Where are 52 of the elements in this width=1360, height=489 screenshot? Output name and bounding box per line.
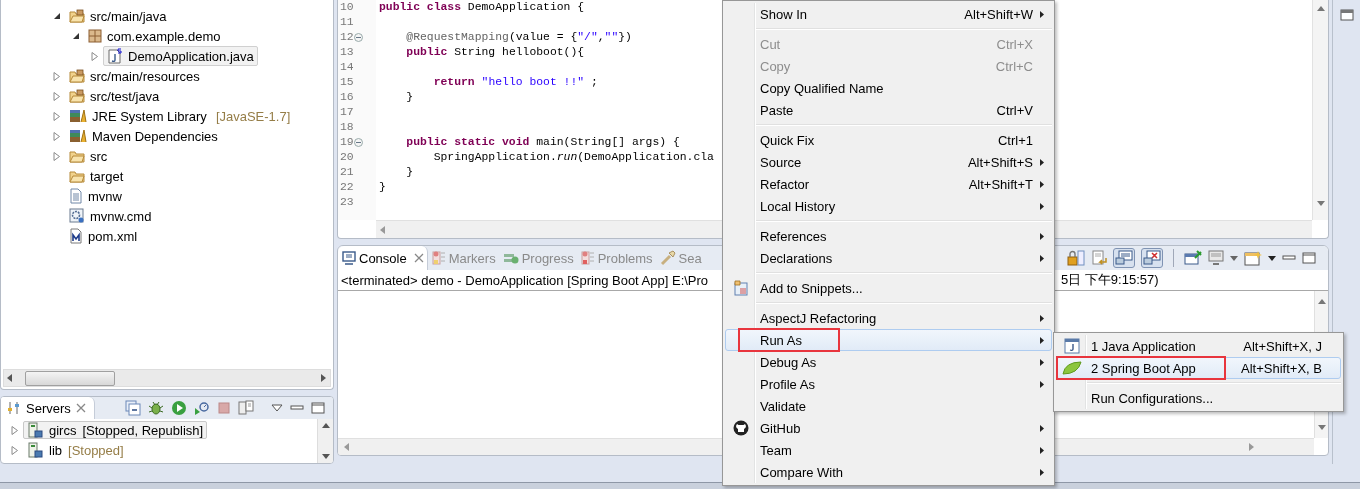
keyboard-shortcut: Alt+Shift+X, J xyxy=(1242,338,1322,354)
line-number: 14 xyxy=(340,60,354,75)
code-line: return "hello boot !!" ; xyxy=(432,75,598,90)
line-number: 16 xyxy=(340,90,354,105)
keyboard-shortcut: Alt+Shift+T xyxy=(967,176,1033,192)
server-status: [Stopped, Republish] xyxy=(82,422,204,438)
keyboard-shortcut: Ctrl+X xyxy=(995,36,1033,52)
process-label: <terminated> demo - DemoApplication [Spring Boot App] E:\Pro xyxy=(341,272,710,288)
line-number: 21 xyxy=(340,165,354,180)
line-number: 12 xyxy=(340,30,354,45)
keyboard-shortcut: Alt+Shift+W xyxy=(963,6,1033,22)
code-line: @RequestMapping(value = {"/",""}) xyxy=(405,30,632,45)
line-number: 20 xyxy=(340,150,354,165)
item-label: src/main/resources xyxy=(90,68,200,84)
item-label: src xyxy=(90,148,108,164)
line-number: 10 xyxy=(340,0,354,15)
code-line: public static void main(String[] args) { xyxy=(405,135,680,150)
process-time: 5日 下午9:15:57) xyxy=(1061,271,1160,289)
item-label: src/test/java xyxy=(90,88,160,104)
item-label: target xyxy=(90,168,124,184)
code-line: SpringApplication.run(DemoApplication.cla xyxy=(432,150,714,165)
keyboard-shortcut: Ctrl+C xyxy=(994,58,1033,74)
server-status: [Stopped] xyxy=(68,442,124,458)
code-line: public class DemoApplication { xyxy=(378,0,585,15)
code-line: } xyxy=(405,90,414,105)
server-name: gircs xyxy=(49,422,77,438)
item-label: mvnw xyxy=(88,188,122,204)
keyboard-shortcut: Ctrl+1 xyxy=(996,132,1033,148)
item-label: com.example.demo xyxy=(107,28,221,44)
line-number: 19 xyxy=(340,135,354,150)
line-number: 13 xyxy=(340,45,354,60)
version-label: [JavaSE-1.7] xyxy=(215,108,291,124)
line-number: 22 xyxy=(340,180,354,195)
item-label: DemoApplication.java xyxy=(128,48,254,64)
item-label: pom.xml xyxy=(88,228,138,244)
server-name: lib xyxy=(49,442,62,458)
keyboard-shortcut: Alt+Shift+X, B xyxy=(1240,360,1322,376)
keyboard-shortcut: Alt+Shift+S xyxy=(966,154,1033,170)
code-line: } xyxy=(378,180,386,195)
item-label: src/main/java xyxy=(90,8,167,24)
code-line: public String helloboot(){ xyxy=(405,45,585,60)
line-number: 18 xyxy=(340,120,354,135)
code-line: } xyxy=(405,165,414,180)
item-label: Maven Dependencies xyxy=(92,128,218,144)
line-number: 17 xyxy=(340,105,354,120)
keyboard-shortcut: Ctrl+V xyxy=(995,102,1033,118)
line-number: 23 xyxy=(340,195,354,210)
line-number: 11 xyxy=(340,15,354,30)
line-number: 15 xyxy=(340,75,354,90)
item-label: JRE System Library xyxy=(92,108,207,124)
item-label: mvnw.cmd xyxy=(90,208,152,224)
tab-label: Servers xyxy=(26,400,71,416)
